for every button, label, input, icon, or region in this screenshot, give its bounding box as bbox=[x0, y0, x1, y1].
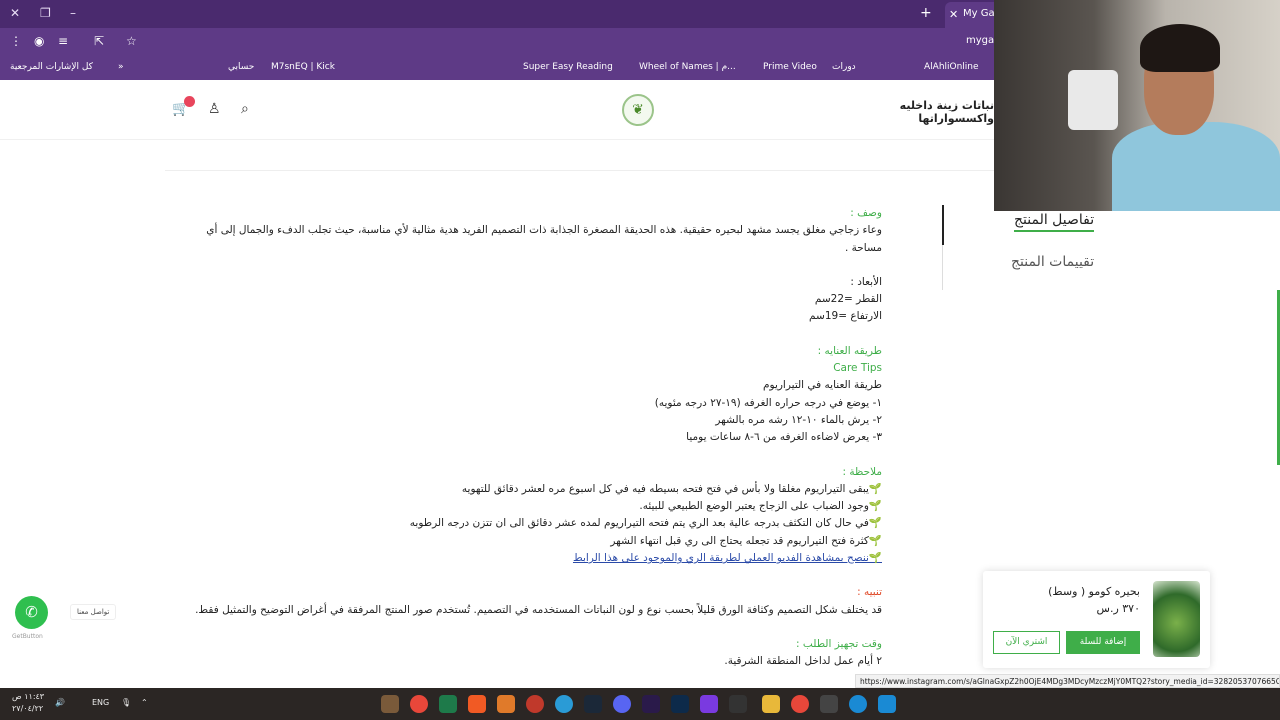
bookmark-item[interactable]: M7snEQ | Kick bbox=[271, 62, 335, 72]
chevron-up-icon[interactable]: ⌃ bbox=[141, 698, 148, 707]
clock-time: ١١:٤٣ ص bbox=[12, 692, 45, 701]
section-heading: وصف : bbox=[850, 207, 882, 219]
folder-icon[interactable] bbox=[762, 695, 780, 713]
restore-icon[interactable]: ❐ bbox=[40, 6, 51, 20]
section-heading: ملاحظة : bbox=[842, 465, 883, 478]
close-window-icon[interactable]: ✕ bbox=[10, 6, 20, 20]
product-name: بحيره كومو ( وسط) bbox=[1048, 585, 1140, 598]
site-brand[interactable]: نباتات زينة داخليه واكسسواراتها bbox=[844, 99, 994, 125]
app-icon[interactable] bbox=[439, 695, 457, 713]
chevron-icon[interactable]: » bbox=[118, 62, 124, 72]
status-url: https://www.instagram.com/s/aGlnaGxpZ2h0… bbox=[855, 674, 1280, 688]
bookmark-item[interactable]: Wheel of Names | م... bbox=[639, 62, 736, 72]
taskbar: ١١:٤٣ ص ٢٧/٠٤/٢٢ 🔊 ENG 🎙 ⌃ bbox=[0, 688, 1280, 720]
site-logo[interactable]: ❦ bbox=[622, 94, 654, 126]
cart-count-badge bbox=[184, 96, 195, 107]
language-indicator[interactable]: ENG bbox=[92, 698, 109, 707]
care-item: ٣- يعرض لاضاءه الغرفه من ٦-٨ ساعات يوميا bbox=[686, 431, 882, 444]
mic-stand bbox=[1068, 70, 1118, 130]
minimize-icon[interactable]: – bbox=[70, 6, 76, 20]
product-thumbnail bbox=[1153, 581, 1200, 657]
bookmark-item[interactable]: حسابي bbox=[228, 62, 254, 72]
sticky-add-to-cart: بحيره كومو ( وسط) ٣٧٠ ر.س إضافة للسلة اش… bbox=[983, 571, 1210, 668]
steam-icon[interactable] bbox=[584, 695, 602, 713]
store-icon[interactable] bbox=[820, 695, 838, 713]
brave-icon[interactable] bbox=[468, 695, 486, 713]
whatsapp-icon[interactable]: ✆ bbox=[15, 596, 48, 629]
premiere-icon[interactable] bbox=[642, 695, 660, 713]
care-item: ٢- يرش بالماء ١٠-١٢ رشه مره بالشهر bbox=[715, 413, 882, 426]
extension-icon[interactable]: ◉ bbox=[34, 34, 44, 48]
note-item: 🌱وجود الضباب على الزجاج يعتبر الوضع الطب… bbox=[639, 500, 882, 513]
add-to-cart-button[interactable]: إضافة للسلة bbox=[1066, 631, 1140, 654]
bookmark-item[interactable]: دورات bbox=[832, 62, 856, 72]
person-shirt bbox=[1112, 122, 1280, 211]
app-icon[interactable] bbox=[729, 695, 747, 713]
whatsapp-label[interactable]: تواصل معنا bbox=[70, 604, 117, 620]
tab-divider bbox=[942, 245, 943, 290]
bookmark-item[interactable]: كل الإشارات المرجعية bbox=[10, 62, 93, 72]
app-icon[interactable] bbox=[526, 695, 544, 713]
care-item: ١- يوضع في درجه حراره الغرفه (١٩-٢٧ درجه… bbox=[654, 396, 882, 409]
prep-text: ٢ أيام عمل لداخل المنطقة الشرقية. bbox=[724, 655, 882, 668]
app-icon[interactable] bbox=[497, 695, 515, 713]
active-tab-indicator bbox=[942, 205, 944, 245]
care-intro: طريقة العنايه في التيراريوم bbox=[763, 379, 882, 392]
section-heading: تنبيه : bbox=[857, 586, 882, 599]
bookmark-item[interactable]: AlAhliOnline bbox=[924, 62, 979, 72]
note-item: 🌱في حال كان التكثف بدرجه عالية بعد الري … bbox=[409, 517, 882, 530]
video-link[interactable]: 🌱ننصح بمشاهدة الفديو العملي لطريقة الري … bbox=[573, 552, 882, 564]
description-text: وعاء زجاجي مغلق يجسد مشهد لبحيره حقيقية.… bbox=[206, 224, 882, 254]
dims-height: الارتفاع =19سم bbox=[809, 310, 882, 323]
note-item: 🌱كثرة فتح التيراريوم قد تجعله يحتاج الى … bbox=[610, 534, 882, 547]
menu-icon[interactable]: ⋮ bbox=[10, 34, 22, 48]
divider bbox=[165, 170, 994, 171]
getbutton-credit: GetButton bbox=[12, 633, 43, 640]
account-icon[interactable]: ♙ bbox=[208, 101, 221, 117]
buy-now-button[interactable]: اشتري الآن bbox=[993, 631, 1060, 654]
app-icon[interactable] bbox=[700, 695, 718, 713]
photoshop-icon[interactable] bbox=[671, 695, 689, 713]
new-tab-icon[interactable]: + bbox=[920, 5, 932, 21]
product-description: وصف : وعاء زجاجي مغلق يجسد مشهد لبحيره ح… bbox=[180, 205, 882, 671]
chrome-icon[interactable] bbox=[410, 695, 428, 713]
warning-text: قد يختلف شكل التصميم وكثافة الورق قليلاً… bbox=[195, 603, 882, 616]
volume-icon[interactable]: 🔊 bbox=[55, 698, 65, 707]
clock-date: ٢٧/٠٤/٢٢ bbox=[12, 704, 44, 713]
windows-start-icon[interactable] bbox=[878, 695, 896, 713]
share-icon[interactable]: ⇱ bbox=[94, 34, 104, 48]
dims-diameter: القطر =22سم bbox=[814, 293, 882, 306]
search-icon[interactable]: ⌕ bbox=[241, 101, 249, 117]
app-icon[interactable] bbox=[381, 695, 399, 713]
close-tab-icon[interactable]: ✕ bbox=[949, 8, 958, 21]
care-tips-label: Care Tips bbox=[833, 362, 882, 375]
telegram-icon[interactable] bbox=[555, 695, 573, 713]
chrome-icon[interactable] bbox=[791, 695, 809, 713]
site-header: نباتات زينة داخليه واكسسواراتها ❦ ⌕ ♙ 🛒 bbox=[0, 80, 994, 140]
product-price: ٣٧٠ ر.س bbox=[1096, 602, 1140, 615]
mic-icon[interactable]: 🎙 bbox=[121, 698, 131, 707]
person-hair bbox=[1140, 24, 1220, 72]
section-heading: طريقه العنايه : bbox=[817, 344, 882, 357]
bookmark-item[interactable]: Prime Video bbox=[763, 62, 817, 72]
tab-product-details[interactable]: تفاصيل المنتج bbox=[1014, 212, 1095, 232]
dims-label: الأبعاد : bbox=[850, 275, 882, 288]
discord-icon[interactable] bbox=[613, 695, 631, 713]
edge-icon[interactable] bbox=[849, 695, 867, 713]
bookmark-item[interactable]: Super Easy Reading bbox=[523, 62, 613, 72]
tune-icon[interactable]: ≡ bbox=[58, 34, 68, 48]
note-item: 🌱يبقى التيراريوم مغلقا ولا بأس في فتح فت… bbox=[461, 482, 882, 495]
star-icon[interactable]: ☆ bbox=[126, 34, 137, 48]
tab-product-reviews[interactable]: تقييمات المنتج bbox=[1011, 254, 1094, 270]
section-heading: وقت تجهيز الطلب : bbox=[796, 637, 882, 650]
webcam-overlay bbox=[994, 0, 1280, 211]
